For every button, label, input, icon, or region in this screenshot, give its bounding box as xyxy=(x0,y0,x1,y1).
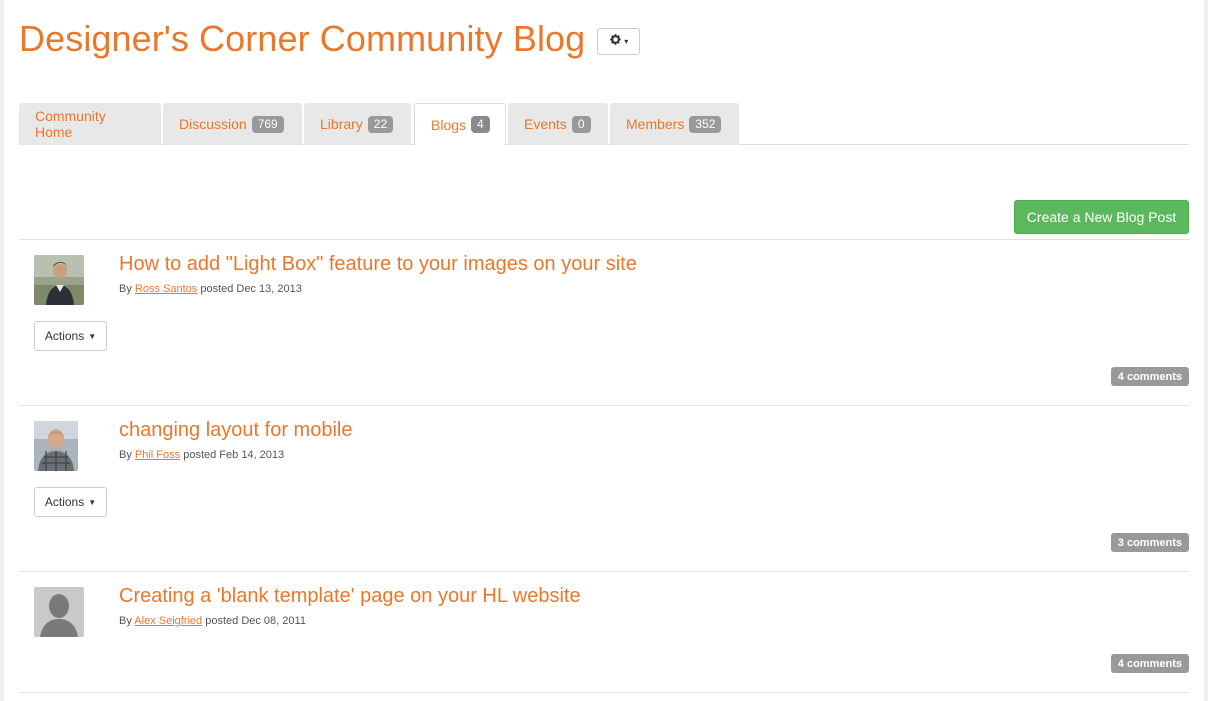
divider xyxy=(19,405,1189,406)
community-tabs: Community Home Discussion 769 Library 22… xyxy=(19,103,1189,146)
author-link[interactable]: Ross Santos xyxy=(135,283,197,295)
posted-date: posted Dec 08, 2011 xyxy=(205,615,306,627)
tab-discussion[interactable]: Discussion 769 xyxy=(163,103,302,145)
page-title: Designer's Corner Community Blog xyxy=(19,18,586,59)
tab-label: Community Home xyxy=(35,108,106,140)
avatar[interactable] xyxy=(34,421,78,471)
posted-date: posted Feb 14, 2013 xyxy=(183,449,285,461)
count-badge: 769 xyxy=(251,115,284,133)
tab-blogs[interactable]: Blogs 4 xyxy=(414,103,506,146)
post-title-link[interactable]: Creating a 'blank template' page on your… xyxy=(119,585,581,608)
actions-dropdown-button[interactable]: Actions ▼ xyxy=(34,321,107,351)
count-badge: 4 xyxy=(471,116,490,133)
tab-label: Events xyxy=(524,116,567,132)
avatar[interactable] xyxy=(34,255,84,305)
by-label: By xyxy=(119,615,132,627)
comments-count-badge[interactable]: 4 comments xyxy=(1110,654,1189,673)
by-label: By xyxy=(119,283,132,295)
gear-icon xyxy=(609,33,622,49)
count-badge: 0 xyxy=(571,115,591,133)
tab-events[interactable]: Events 0 xyxy=(508,103,608,145)
page-frame-right xyxy=(1204,0,1208,701)
count-badge: 22 xyxy=(367,115,394,133)
settings-dropdown-button[interactable]: ▾ xyxy=(597,27,641,55)
default-avatar-icon[interactable] xyxy=(34,587,84,637)
page-frame-left xyxy=(0,0,4,701)
actions-label: Actions xyxy=(44,329,85,343)
divider xyxy=(19,239,1189,240)
blog-post-item: Creating a 'blank template' page on your… xyxy=(19,585,1189,687)
tab-label: Members xyxy=(626,116,685,132)
chevron-down-icon: ▼ xyxy=(88,331,97,341)
post-meta: By Alex Seigfried posted Dec 08, 2011 xyxy=(119,615,306,627)
comments-count-badge[interactable]: 4 comments xyxy=(1110,367,1189,386)
actions-dropdown-button[interactable]: Actions ▼ xyxy=(34,487,107,517)
chevron-down-icon: ▾ xyxy=(624,36,629,46)
blog-post-item: changing layout for mobile By Phil Foss … xyxy=(19,419,1189,556)
tab-community-home[interactable]: Community Home xyxy=(19,103,161,145)
post-title-link[interactable]: How to add "Light Box" feature to your i… xyxy=(119,253,637,276)
post-meta: By Phil Foss posted Feb 14, 2013 xyxy=(119,449,284,461)
by-label: By xyxy=(119,449,132,461)
tab-label: Discussion xyxy=(179,116,247,132)
tab-label: Library xyxy=(320,116,363,132)
author-link[interactable]: Alex Seigfried xyxy=(134,615,202,627)
chevron-down-icon: ▼ xyxy=(88,497,97,507)
tab-library[interactable]: Library 22 xyxy=(304,103,411,145)
posted-date: posted Dec 13, 2013 xyxy=(200,283,302,295)
title-row: Designer's Corner Community Blog ▾ xyxy=(19,18,641,60)
blog-post-item: How to add "Light Box" feature to your i… xyxy=(19,253,1189,390)
create-blog-post-button[interactable]: Create a New Blog Post xyxy=(1014,200,1189,234)
post-title-link[interactable]: changing layout for mobile xyxy=(119,419,352,442)
post-meta: By Ross Santos posted Dec 13, 2013 xyxy=(119,283,302,295)
tab-members[interactable]: Members 352 xyxy=(610,103,739,145)
divider xyxy=(19,571,1189,572)
actions-label: Actions xyxy=(44,495,85,509)
author-link[interactable]: Phil Foss xyxy=(135,449,180,461)
comments-count-badge[interactable]: 3 comments xyxy=(1110,533,1189,552)
divider xyxy=(19,692,1189,693)
count-badge: 352 xyxy=(689,115,722,133)
tab-label: Blogs xyxy=(431,116,467,133)
